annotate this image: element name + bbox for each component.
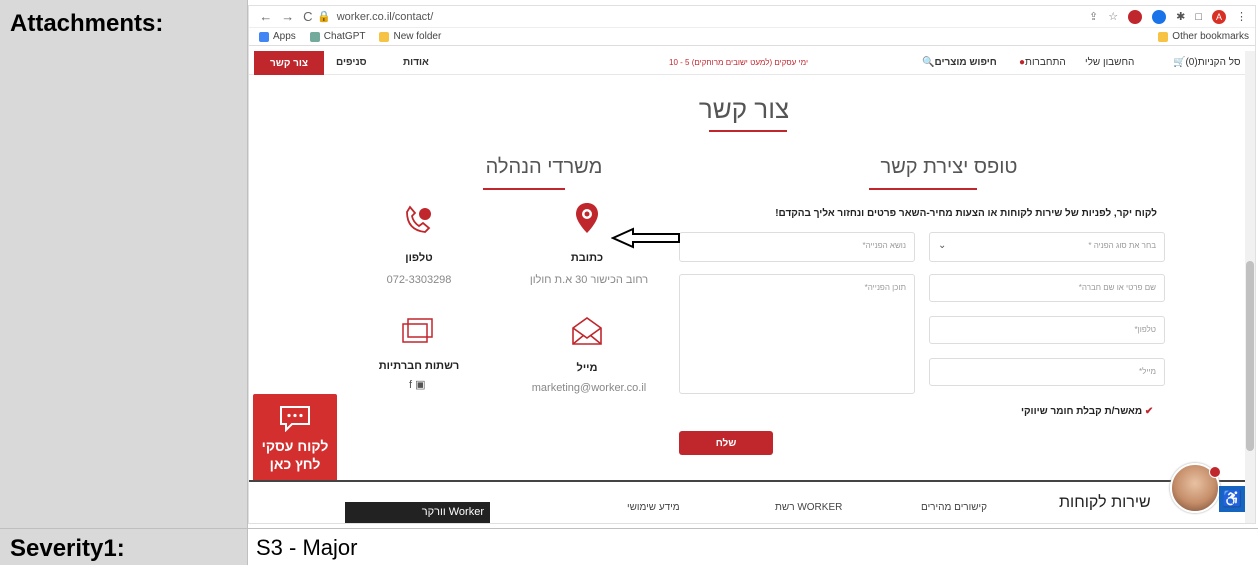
phone-field[interactable]: טלפון* [929, 316, 1165, 344]
mail-value: marketing@worker.co.il [531, 382, 647, 394]
map-pin-icon [576, 203, 598, 233]
check-icon: ✔ [1144, 406, 1154, 417]
social-links: f ▣ [409, 378, 426, 391]
subject-field[interactable]: נושא הפנייה* [679, 232, 915, 262]
notification-dot [1209, 466, 1221, 478]
other-bookmarks[interactable]: Other bookmarks [1158, 31, 1255, 42]
offices-title-underline [483, 188, 565, 190]
contact-page: צור קשר טופס יצירת קשר משרדי הנהלה לקוח … [249, 76, 1255, 523]
offices-title: משרדי הנהלה [485, 156, 603, 178]
chat-bubble-icon [280, 406, 310, 432]
apps-grid-icon [259, 31, 269, 42]
mail-label: מייל [576, 362, 598, 374]
accessibility-icon[interactable]: ♿ [1219, 486, 1245, 512]
nav-branches[interactable]: סניפים [336, 57, 367, 68]
folder-icon [379, 31, 390, 42]
worker-video-thumbnail[interactable]: וורקר Worker [345, 502, 490, 523]
profile-avatar[interactable]: A [1212, 9, 1226, 24]
send-button[interactable]: שלח [679, 431, 773, 455]
scrollbar[interactable] [1245, 51, 1255, 523]
nav-account[interactable]: החשבון שלי [1085, 57, 1134, 68]
extension-icon[interactable] [1128, 9, 1143, 24]
email-field[interactable]: מייל* [929, 358, 1165, 386]
star-icon[interactable]: ☆ [1108, 10, 1118, 23]
bookmarks-bar: Apps ChatGPT New folder Other bookmarks [249, 28, 1255, 46]
reload-icon[interactable]: C [303, 9, 312, 24]
content-textarea[interactable]: תוכן הפנייה* [679, 274, 915, 394]
share-icon[interactable]: ⇪ [1089, 10, 1098, 23]
arrow-left-icon [611, 227, 680, 249]
menu-icon[interactable]: ⋮ [1236, 10, 1247, 23]
bookmark-chatgpt[interactable]: ChatGPT [309, 31, 365, 42]
nav-about[interactable]: אודות [403, 57, 429, 68]
bookmark-apps[interactable]: Apps [259, 31, 296, 42]
forward-icon[interactable]: → [281, 9, 294, 24]
footer-links[interactable]: קישורים מהירים [921, 502, 987, 513]
bookmark-new-folder[interactable]: New folder [379, 31, 441, 42]
form-intro: לקוח יקר, לפניות של שירות לקוחות או הצעו… [775, 208, 1157, 219]
back-icon[interactable]: ← [259, 9, 272, 24]
screenshot-browser: ← → C 🔒 worker.co.il/contact/ ⇪ ☆ ✱ □ A … [248, 5, 1256, 524]
row-divider [0, 528, 1258, 529]
shipping-promo: 10 - 5 ימי עסקים (למעט ישובים מרוחקים) [669, 58, 809, 67]
page-title: צור קשר [698, 94, 790, 124]
puzzle-icon[interactable]: ✱ [1176, 10, 1185, 23]
name-field[interactable]: שם פרטי או שם חברה* [929, 274, 1165, 302]
address-value: רחוב הכישור 30 א.ת חולון [529, 274, 649, 286]
nav-cart[interactable]: 🛒סל הקניות(0) [1173, 57, 1241, 68]
severity-label: Severity1: [0, 529, 247, 565]
address-bar: ← → C 🔒 worker.co.il/contact/ ⇪ ☆ ✱ □ A … [249, 6, 1255, 28]
biz-line2: לחץ כאן [269, 456, 321, 472]
severity-value: S3 - Major [248, 529, 1258, 565]
folder-icon [1158, 31, 1169, 42]
scroll-thumb[interactable] [1246, 261, 1254, 451]
marketing-consent[interactable]: ✔ מאשר/ת קבלת חומר שיווקי [1021, 406, 1153, 417]
search-icon: 🔍 [922, 57, 935, 68]
nav-search[interactable]: 🔍חיפוש מוצרים [922, 57, 997, 68]
form-title-underline [869, 188, 977, 190]
biz-line1: לקוח עסקי [261, 438, 329, 454]
form-title: טופס יצירת קשר [880, 156, 1018, 178]
extension-icon[interactable] [1152, 9, 1167, 24]
cart-icon: 🛒 [1173, 57, 1186, 68]
footer-network[interactable]: רשת WORKER [775, 502, 842, 513]
inquiry-type-select[interactable]: בחר את סוג הפניה * ⌄ [929, 232, 1165, 262]
social-label: רשתות חברתיות [378, 360, 460, 372]
phone-label: טלפון [405, 252, 433, 264]
facebook-icon[interactable]: f [409, 379, 412, 391]
attachments-label: Attachments: [0, 0, 247, 528]
footer-service-title: שירות לקוחות [1059, 494, 1151, 511]
site-nav: צור קשר סניפים אודות 10 - 5 ימי עסקים (ל… [249, 51, 1255, 75]
youtube-icon[interactable]: ▣ [415, 379, 425, 391]
bug-report-table: Attachments: Severity1: S3 - Major ← → C… [0, 0, 1258, 565]
chevron-down-icon: ⌄ [938, 240, 947, 251]
nav-contact-button[interactable]: צור קשר [254, 51, 324, 75]
sidepanel-icon[interactable]: □ [1195, 11, 1202, 23]
phone-icon [406, 205, 431, 233]
phone-value: 072-3303298 [386, 274, 452, 286]
address-label: כתובת [570, 252, 604, 264]
url-text[interactable]: worker.co.il/contact/ [337, 11, 434, 23]
nav-login[interactable]: ●התחברות [1019, 57, 1066, 68]
social-screens-icon [402, 318, 433, 343]
mail-icon [572, 317, 602, 345]
chatgpt-icon [309, 31, 320, 42]
title-underline [709, 130, 787, 132]
lock-icon: 🔒 [317, 11, 331, 23]
footer-info[interactable]: מידע שימושי [627, 502, 680, 513]
